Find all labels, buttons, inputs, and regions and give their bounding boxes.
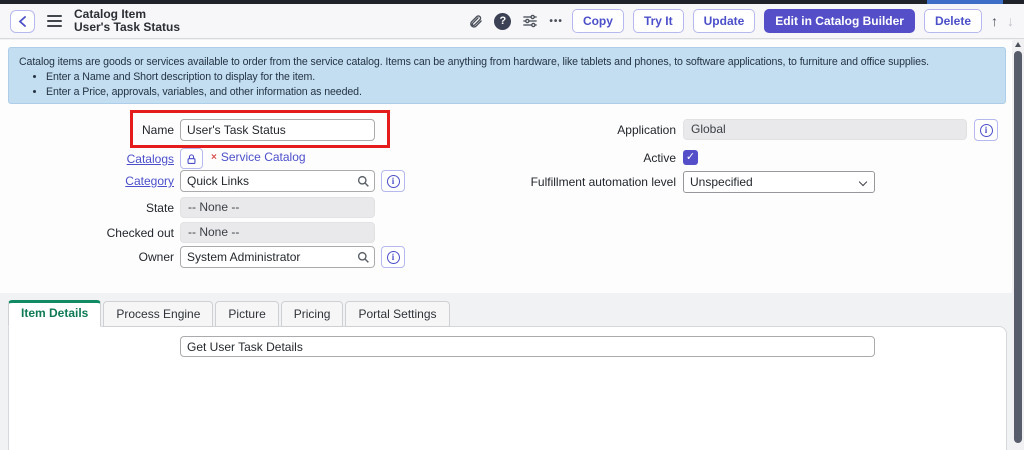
fulfillment-automation-level-label: Fulfillment automation level	[420, 171, 676, 193]
state-field: -- None --	[180, 197, 375, 218]
info-icon: i	[387, 175, 400, 188]
state-label: State	[0, 197, 174, 219]
checked-out-label: Checked out	[0, 222, 174, 244]
record-name-title: User's Task Status	[74, 21, 180, 34]
info-icon: i	[980, 124, 993, 137]
owner-info-button[interactable]: i	[381, 246, 405, 268]
previous-record-icon[interactable]: ↑	[991, 13, 998, 29]
application-label: Application	[420, 119, 676, 141]
attachment-icon[interactable]	[465, 11, 485, 31]
update-button[interactable]: Update	[693, 9, 756, 33]
next-record-icon: ↓	[1007, 13, 1014, 29]
catalogs-value: × Service Catalog	[211, 150, 306, 164]
header-left-group: Catalog Item User's Task Status	[10, 8, 180, 34]
application-info-button[interactable]: i	[974, 119, 998, 141]
tab-process-engine[interactable]: Process Engine	[103, 301, 213, 327]
edit-in-catalog-builder-button[interactable]: Edit in Catalog Builder	[764, 9, 915, 33]
checked-out-field: -- None --	[180, 222, 375, 243]
back-button[interactable]	[10, 10, 35, 33]
header-right-group: ? ••• Copy Try It Update Edit in Catalog…	[465, 9, 1014, 33]
info-banner-bullet: Enter a Price, approvals, variables, and…	[46, 85, 995, 100]
catalogs-lock-button[interactable]	[180, 148, 203, 169]
more-options-icon[interactable]: •••	[549, 16, 563, 27]
lock-icon	[186, 153, 197, 165]
info-banner-bullet: Enter a Name and Short description to di…	[46, 70, 995, 85]
scrollbar-up-arrow[interactable]	[1015, 42, 1021, 47]
application-field: Global	[683, 119, 967, 140]
delete-button[interactable]: Delete	[924, 9, 982, 33]
search-icon	[357, 175, 370, 188]
chevron-left-icon	[18, 16, 27, 27]
scrollbar-thumb[interactable]	[1014, 51, 1022, 443]
info-banner-intro: Catalog items are goods or services avai…	[19, 55, 995, 70]
tab-pricing[interactable]: Pricing	[281, 301, 344, 327]
vertical-scrollbar[interactable]	[1012, 39, 1024, 450]
owner-label: Owner	[0, 246, 174, 268]
form-header: Catalog Item User's Task Status ? ••• Co…	[0, 4, 1024, 39]
name-label: Name	[0, 119, 174, 141]
try-it-button[interactable]: Try It	[633, 9, 684, 33]
info-banner: Catalog items are goods or services avai…	[8, 47, 1006, 104]
service-catalog-link[interactable]: Service Catalog	[221, 150, 306, 164]
category-link[interactable]: Category	[125, 174, 174, 188]
tab-portal-settings[interactable]: Portal Settings	[345, 301, 449, 327]
category-info-button[interactable]: i	[381, 170, 405, 192]
info-icon: i	[387, 251, 400, 264]
owner-search-button[interactable]	[352, 246, 375, 268]
copy-button[interactable]: Copy	[572, 9, 624, 33]
form-tabs: Item Details Process Engine Picture Pric…	[8, 300, 452, 327]
owner-input[interactable]	[180, 246, 353, 268]
remove-catalog-icon[interactable]: ×	[211, 152, 217, 163]
search-icon	[357, 251, 370, 264]
tab-picture[interactable]: Picture	[215, 301, 278, 327]
category-input[interactable]	[180, 170, 353, 192]
category-search-button[interactable]	[352, 170, 375, 192]
personalize-form-icon[interactable]	[520, 11, 540, 31]
tab-item-details[interactable]: Item Details	[8, 300, 101, 327]
form-context-menu-icon[interactable]	[47, 15, 62, 27]
chevron-down-icon	[859, 178, 867, 186]
fulfillment-automation-level-select[interactable]: Unspecified	[683, 171, 875, 193]
help-icon[interactable]: ?	[494, 13, 511, 30]
active-label: Active	[420, 147, 676, 169]
catalog-item-form-screen: Catalog Item User's Task Status ? ••• Co…	[0, 0, 1024, 450]
page-title: Catalog Item User's Task Status	[74, 8, 180, 34]
catalogs-link[interactable]: Catalogs	[127, 152, 174, 166]
short-description-input[interactable]	[180, 336, 875, 357]
active-checkbox[interactable]: ✓	[683, 150, 698, 165]
name-input[interactable]	[180, 119, 375, 141]
